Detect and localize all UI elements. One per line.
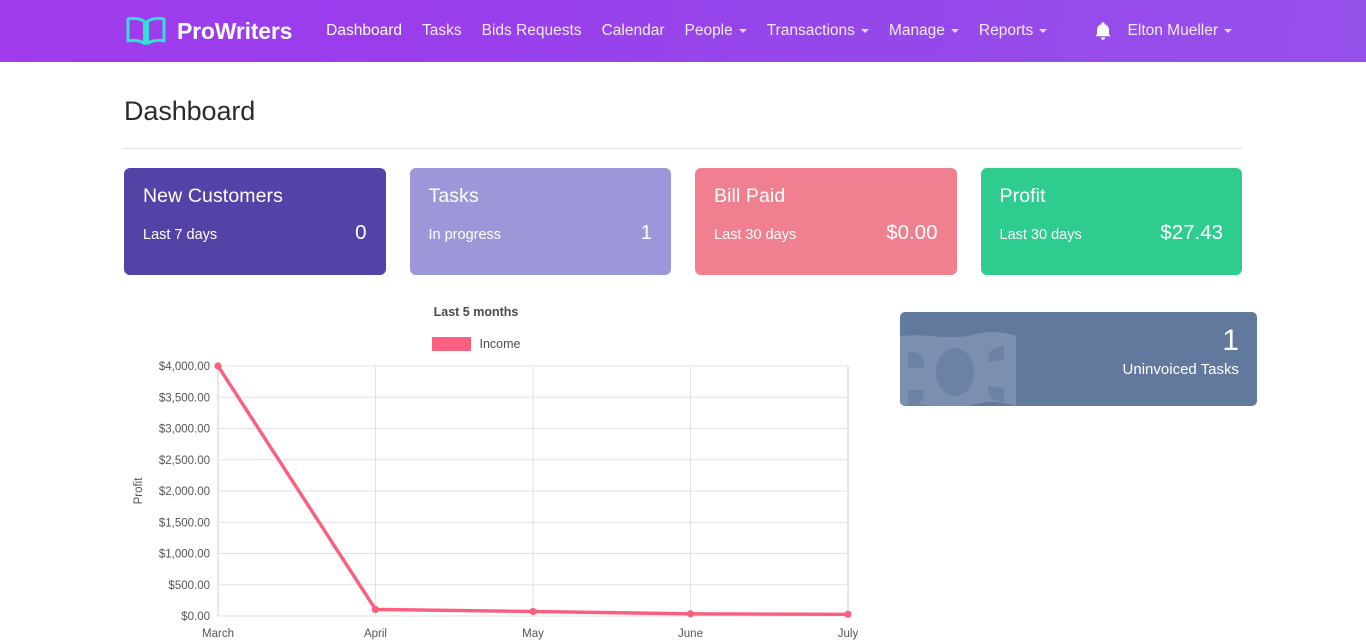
y-axis-tick-label: $2,000.00 [159, 486, 210, 498]
chart-data-point[interactable] [686, 610, 695, 618]
open-book-icon [124, 15, 168, 47]
y-axis-tick-label: $0.00 [181, 611, 210, 623]
stat-card-body: Last 7 days 0 [143, 221, 367, 245]
user-menu[interactable]: Elton Mueller [1118, 14, 1242, 48]
stat-card-subtitle: Last 7 days [143, 227, 218, 243]
user-name-label: Elton Mueller [1127, 22, 1218, 39]
stat-card-bill-paid[interactable]: Bill Paid Last 30 days $0.00 [695, 168, 957, 275]
y-axis-tick-label: $4,000.00 [159, 361, 210, 373]
stat-card-value: 0 [355, 221, 367, 244]
nav-item-reports[interactable]: Reports [969, 14, 1057, 48]
page-container: Dashboard New Customers Last 7 days 0 Ta… [0, 62, 1366, 643]
nav-item-label: Bids Requests [481, 22, 582, 39]
nav-item-label: Reports [978, 22, 1034, 39]
x-axis-tick-label: March [202, 628, 234, 640]
stat-card-tasks[interactable]: Tasks In progress 1 [409, 168, 671, 275]
stat-card-subtitle: Last 30 days [999, 227, 1082, 243]
chevron-down-icon [950, 29, 959, 33]
uninvoiced-tasks-card[interactable]: 1 Uninvoiced Tasks [900, 312, 1257, 406]
uninvoiced-tasks-text: 1 Uninvoiced Tasks [1123, 325, 1239, 378]
stat-card-title: Bill Paid [714, 185, 786, 207]
stat-card-value: $27.43 [1160, 221, 1223, 244]
y-axis-tick-label: $3,500.00 [159, 392, 210, 404]
y-axis-tick-label: $1,500.00 [159, 517, 210, 529]
nav-item-label: People [684, 22, 733, 39]
legend-label-income: Income [479, 337, 521, 351]
chevron-down-icon [738, 29, 747, 33]
uninvoiced-tasks-count: 1 [1222, 324, 1239, 357]
y-axis-tick-label: $500.00 [168, 580, 210, 592]
nav-item-transactions[interactable]: Transactions [757, 14, 879, 48]
nav-item-label: Tasks [422, 22, 462, 39]
uninvoiced-tasks-label: Uninvoiced Tasks [1122, 360, 1239, 378]
y-axis-tick-label: $1,000.00 [159, 549, 210, 561]
nav-item-manage[interactable]: Manage [879, 14, 969, 48]
y-axis-tick-label: $3,000.00 [159, 424, 210, 436]
nav-item-label: Calendar [601, 22, 665, 39]
chart-data-point[interactable] [371, 605, 380, 614]
banknote-icon [900, 328, 1028, 406]
chart-title: Last 5 months [433, 305, 519, 319]
y-axis-tick-label: $2,500.00 [159, 455, 210, 467]
stat-cards-row: New Customers Last 7 days 0 Tasks In pro… [124, 168, 1242, 275]
stat-card-title: New Customers [143, 185, 283, 207]
stat-card-title: Profit [999, 185, 1046, 207]
stat-card-subtitle: Last 30 days [714, 227, 797, 243]
stat-card-profit[interactable]: Profit Last 30 days $27.43 [980, 168, 1242, 275]
lower-row: Last 5 months Income $4,000.00 $3,500.00 $… [124, 305, 1257, 643]
nav-item-dashboard[interactable]: Dashboard [316, 14, 412, 48]
nav-item-tasks[interactable]: Tasks [412, 14, 472, 48]
stat-card-value: $0.00 [886, 221, 938, 244]
y-axis-title: Profit [133, 477, 145, 505]
nav-item-bids-requests[interactable]: Bids Requests [472, 14, 592, 48]
nav-item-label: Dashboard [326, 22, 402, 39]
bell-icon[interactable] [1094, 21, 1112, 41]
nav-item-calendar[interactable]: Calendar [592, 14, 675, 48]
stat-card-body: Last 30 days $0.00 [714, 221, 938, 245]
navbar-right: Elton Mueller [1094, 14, 1242, 48]
chart-data-point[interactable] [844, 610, 852, 618]
page-title: Dashboard [124, 96, 256, 126]
chevron-down-icon [1039, 29, 1048, 33]
nav-item-label: Transactions [766, 22, 855, 39]
chevron-down-icon [1224, 29, 1232, 33]
income-line-chart[interactable]: $4,000.00 $3,500.00 $3,000.00 $2,500.00 $2,0… [124, 358, 864, 643]
x-axis-tick-label: July [838, 628, 859, 640]
chart-data-point[interactable] [214, 362, 222, 370]
stat-card-body: Last 30 days $27.43 [1000, 221, 1224, 245]
x-axis-tick-label: June [678, 628, 703, 640]
side-panel: 1 Uninvoiced Tasks [900, 305, 1257, 643]
brand-name: ProWriters [177, 17, 293, 44]
chart-legend: Income [88, 337, 864, 351]
stat-card-body: In progress 1 [429, 221, 653, 245]
chevron-down-icon [860, 29, 869, 33]
brand-logo-link[interactable]: ProWriters [124, 15, 292, 47]
stat-card-value: 1 [640, 221, 652, 244]
title-divider [124, 148, 1242, 149]
x-axis-tick-label: May [522, 628, 544, 640]
stat-card-title: Tasks [428, 185, 479, 207]
nav-item-label: Manage [888, 22, 945, 39]
nav-links: Dashboard Tasks Bids Requests Calendar P… [316, 14, 1057, 48]
stat-card-new-customers[interactable]: New Customers Last 7 days 0 [124, 168, 386, 275]
chart-data-point[interactable] [529, 607, 537, 616]
x-axis-tick-label: April [364, 628, 387, 640]
nav-item-people[interactable]: People [674, 14, 756, 48]
income-chart-panel: Last 5 months Income $4,000.00 $3,500.00 $… [124, 305, 864, 643]
stat-card-subtitle: In progress [428, 227, 502, 243]
top-navbar: ProWriters Dashboard Tasks Bids Requests… [0, 0, 1366, 62]
legend-swatch-income [431, 337, 471, 351]
